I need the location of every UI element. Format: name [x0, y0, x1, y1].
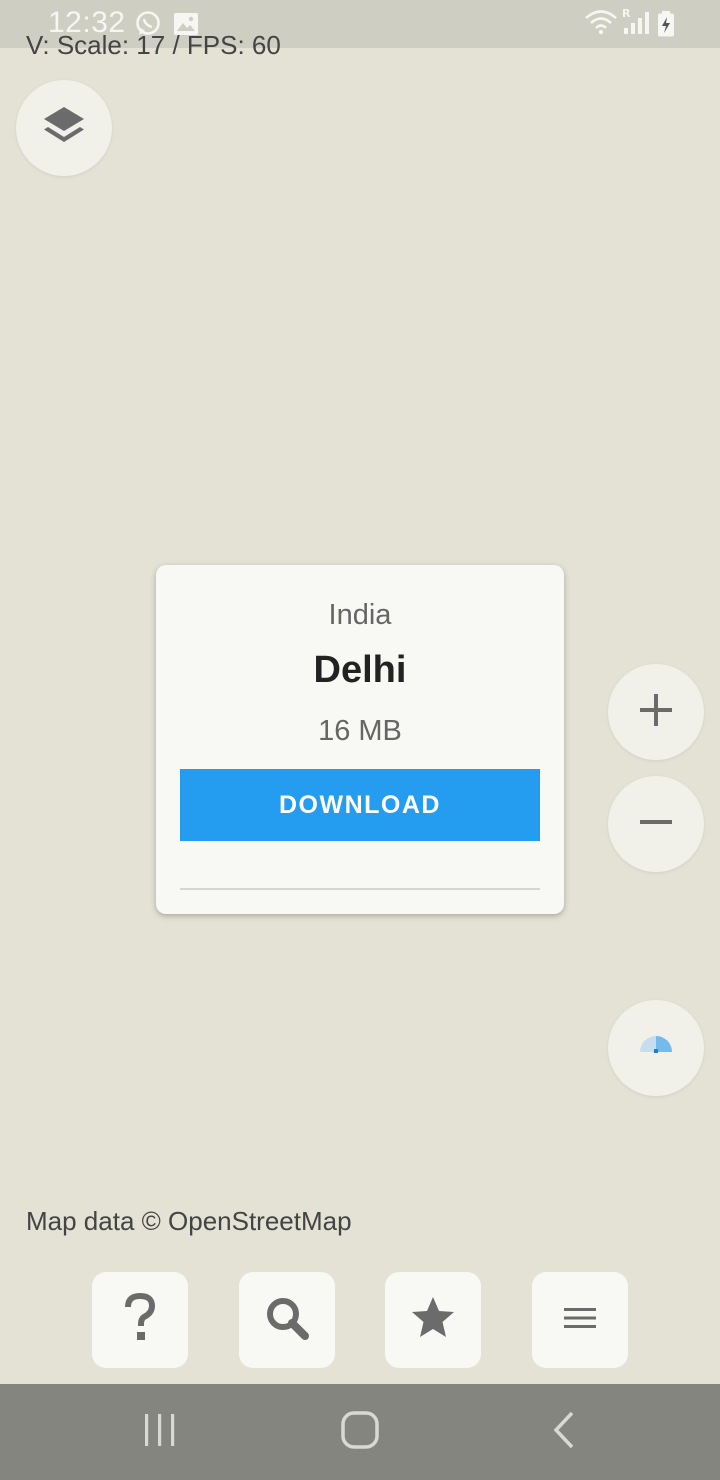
battery-charging-icon [656, 10, 676, 38]
wifi-icon [584, 8, 618, 36]
plus-icon [638, 692, 674, 733]
roaming-signal-icon: R [620, 6, 650, 38]
search-icon [263, 1294, 311, 1347]
home-icon [340, 1410, 380, 1455]
layers-icon [41, 103, 87, 154]
layers-button[interactable] [16, 80, 112, 176]
region-name: Delhi [313, 649, 407, 691]
map-attribution[interactable]: Map data © OpenStreetMap [26, 1206, 352, 1237]
recents-button[interactable] [130, 1408, 190, 1456]
recents-icon [143, 1412, 177, 1453]
country-name: India [328, 599, 392, 631]
back-icon [552, 1410, 576, 1455]
map-size: 16 MB [318, 715, 402, 747]
zoom-out-button[interactable] [608, 776, 704, 872]
home-button[interactable] [330, 1408, 390, 1456]
system-navigation-bar [0, 1384, 720, 1480]
location-pending-icon [636, 1026, 676, 1071]
minus-icon [638, 804, 674, 845]
menu-button[interactable] [532, 1272, 628, 1368]
debug-overlay-text: V: Scale: 17 / FPS: 60 [26, 30, 281, 60]
download-button[interactable]: DOWNLOAD [180, 769, 540, 841]
star-icon [409, 1294, 457, 1347]
svg-text:R: R [622, 7, 631, 20]
download-progress-bar [180, 888, 540, 890]
back-button[interactable] [534, 1408, 594, 1456]
zoom-in-button[interactable] [608, 664, 704, 760]
search-button[interactable] [239, 1272, 335, 1368]
my-location-button[interactable] [608, 1000, 704, 1096]
favorites-button[interactable] [385, 1272, 481, 1368]
help-icon [120, 1292, 160, 1348]
download-map-card: India Delhi 16 MB DOWNLOAD [156, 565, 564, 914]
help-button[interactable] [92, 1272, 188, 1368]
menu-icon [562, 1304, 598, 1337]
